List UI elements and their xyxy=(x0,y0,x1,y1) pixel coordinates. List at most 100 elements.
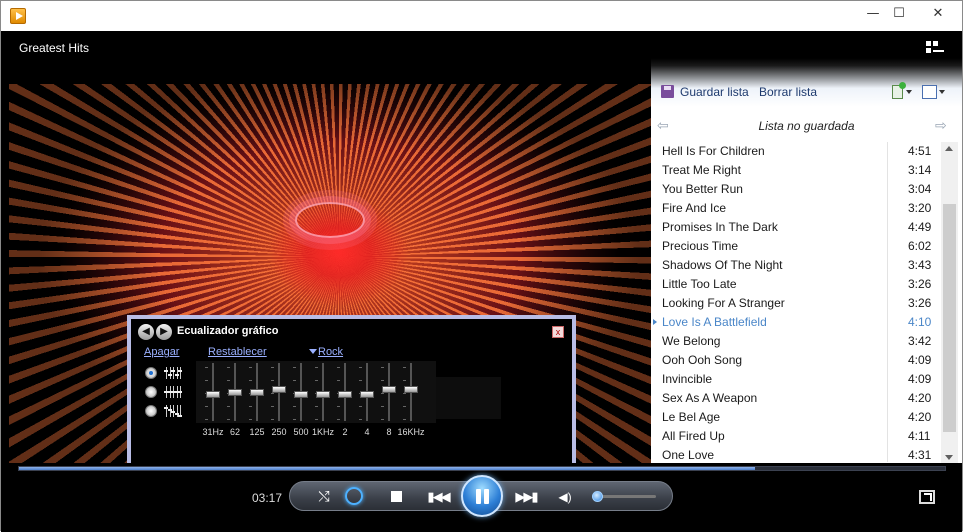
eq-off-link[interactable]: Apagar xyxy=(144,346,179,358)
track-duration: 4:49 xyxy=(908,220,932,234)
track-duration: 3:20 xyxy=(908,201,932,215)
eq-band-slider[interactable] xyxy=(312,363,334,423)
track-title: You Better Run xyxy=(662,182,743,196)
eq-band-slider[interactable] xyxy=(290,363,312,423)
previous-button[interactable]: ▮◀◀ xyxy=(423,488,453,506)
seek-bar[interactable] xyxy=(18,466,946,471)
eq-band-slider[interactable] xyxy=(356,363,378,423)
graphic-equalizer-panel: ◀ ▶ Ecualizador gráfico x Apagar Restabl… xyxy=(127,315,576,463)
eq-band-slider[interactable] xyxy=(224,363,246,423)
eq-band-thumb[interactable] xyxy=(382,386,396,393)
eq-band-thumb[interactable] xyxy=(206,391,220,398)
volume-icon[interactable]: ◀) xyxy=(556,488,574,506)
eq-band-thumb[interactable] xyxy=(316,391,330,398)
eq-band-slider[interactable] xyxy=(378,363,400,423)
eq-next-button[interactable]: ▶ xyxy=(156,324,172,340)
track-duration: 3:04 xyxy=(908,182,932,196)
track-row[interactable]: Hell Is For Children 4:51 xyxy=(651,142,941,161)
track-row[interactable]: Looking For A Stranger 3:26 xyxy=(651,294,941,313)
repeat-button[interactable] xyxy=(345,487,363,505)
eq-band-slider[interactable] xyxy=(334,363,356,423)
eq-previous-button[interactable]: ◀ xyxy=(138,324,154,340)
add-to-list-icon xyxy=(899,82,906,89)
track-row[interactable]: Promises In The Dark 4:49 xyxy=(651,218,941,237)
eq-band-thumb[interactable] xyxy=(250,389,264,396)
track-title: One Love xyxy=(662,448,715,462)
track-row[interactable]: Little Too Late 3:26 xyxy=(651,275,941,294)
eq-band-thumb[interactable] xyxy=(404,386,418,393)
eq-band-label: 16KHz xyxy=(397,427,425,437)
track-duration: 3:42 xyxy=(908,334,932,348)
track-row[interactable]: You Better Run 3:04 xyxy=(651,180,941,199)
save-list-icon[interactable] xyxy=(661,85,674,98)
eq-mode-radio-linked[interactable] xyxy=(145,405,157,417)
track-duration: 4:09 xyxy=(908,372,932,386)
track-title: Shadows Of The Night xyxy=(662,258,783,272)
eq-band-slider[interactable] xyxy=(246,363,268,423)
track-row[interactable]: Treat Me Right 3:14 xyxy=(651,161,941,180)
track-title: Looking For A Stranger xyxy=(662,296,785,310)
track-title: Treat Me Right xyxy=(662,163,741,177)
switch-to-library-icon[interactable] xyxy=(926,41,944,55)
shuffle-button[interactable]: ⤭ xyxy=(314,488,334,504)
scroll-up-icon[interactable] xyxy=(945,146,953,151)
eq-band-slider[interactable] xyxy=(400,363,422,423)
transport-bar: ⤭ ▮◀◀ ▶▶▮ ◀) xyxy=(289,475,673,517)
track-row[interactable]: Ooh Ooh Song 4:09 xyxy=(651,351,941,370)
eq-band-thumb[interactable] xyxy=(338,391,352,398)
track-row[interactable]: Sex As A Weapon 4:20 xyxy=(651,389,941,408)
track-duration: 4:31 xyxy=(908,448,932,462)
volume-handle[interactable] xyxy=(592,491,604,502)
close-button[interactable]: ✕ xyxy=(916,1,960,25)
eq-mode-radio-grouped[interactable] xyxy=(145,386,157,398)
track-title: Invincible xyxy=(662,372,713,386)
track-row[interactable]: Fire And Ice 3:20 xyxy=(651,199,941,218)
eq-band-slider[interactable] xyxy=(202,363,224,423)
eq-band-thumb[interactable] xyxy=(294,391,308,398)
track-row[interactable]: We Belong 3:42 xyxy=(651,332,941,351)
eq-preset-link[interactable]: Rock xyxy=(318,346,343,358)
playback-controls: 03:17 ⤭ ▮◀◀ ▶▶▮ ◀) xyxy=(1,463,962,532)
track-title: Le Bel Age xyxy=(662,410,721,424)
forward-arrow-icon[interactable]: ⇨ xyxy=(935,117,947,134)
sync-options-icon[interactable] xyxy=(922,83,948,99)
track-title: Fire And Ice xyxy=(662,201,727,215)
pause-button[interactable] xyxy=(461,475,503,517)
next-button[interactable]: ▶▶▮ xyxy=(511,488,541,506)
eq-band-slider[interactable] xyxy=(268,363,290,423)
track-row[interactable]: All Fired Up 4:11 xyxy=(651,427,941,446)
track-title: Promises In The Dark xyxy=(662,220,778,234)
track-row[interactable]: Shadows Of The Night 3:43 xyxy=(651,256,941,275)
track-duration: 3:14 xyxy=(908,163,932,177)
media-player-window: — ☐ ✕ Greatest Hits ◀ ▶ Ecualizador gráf… xyxy=(0,0,963,532)
eq-preset-dropdown-icon[interactable] xyxy=(309,349,317,354)
clear-list-button[interactable]: Borrar lista xyxy=(759,85,817,99)
seek-progress xyxy=(19,467,756,470)
eq-band-thumb[interactable] xyxy=(272,386,286,393)
track-title: Hell Is For Children xyxy=(662,144,765,158)
track-row[interactable]: Invincible 4:09 xyxy=(651,370,941,389)
track-row[interactable]: Precious Time 6:02 xyxy=(651,237,941,256)
save-list-button[interactable]: Guardar lista xyxy=(680,85,749,99)
eq-close-button[interactable]: x xyxy=(552,326,564,338)
scrollbar-thumb[interactable] xyxy=(943,204,956,432)
stop-button[interactable] xyxy=(391,491,402,502)
scroll-down-icon[interactable] xyxy=(945,455,953,460)
title-bar[interactable]: — ☐ ✕ xyxy=(1,1,962,31)
maximize-button[interactable]: ☐ xyxy=(884,1,914,25)
fullscreen-button[interactable] xyxy=(919,490,935,504)
track-row[interactable]: Le Bel Age 4:20 xyxy=(651,408,941,427)
video-visualization[interactable]: Greatest Hits ◀ ▶ Ecualizador gráfico x … xyxy=(9,32,651,463)
track-duration: 4:09 xyxy=(908,353,932,367)
eq-band-thumb[interactable] xyxy=(228,389,242,396)
playlist-scrollbar[interactable] xyxy=(941,142,958,463)
media-player-icon[interactable] xyxy=(10,8,26,24)
track-row[interactable]: Love Is A Battlefield 4:10 xyxy=(651,313,941,332)
eq-reset-link[interactable]: Restablecer xyxy=(208,346,267,358)
eq-band-thumb[interactable] xyxy=(360,391,374,398)
eq-mode-radio-individual[interactable] xyxy=(145,367,157,379)
playlist-pane: Guardar lista Borrar lista ⇦ Lista no gu… xyxy=(651,32,962,463)
track-title: Love Is A Battlefield xyxy=(662,315,767,329)
track-title: Sex As A Weapon xyxy=(662,391,758,405)
track-duration: 4:51 xyxy=(908,144,932,158)
